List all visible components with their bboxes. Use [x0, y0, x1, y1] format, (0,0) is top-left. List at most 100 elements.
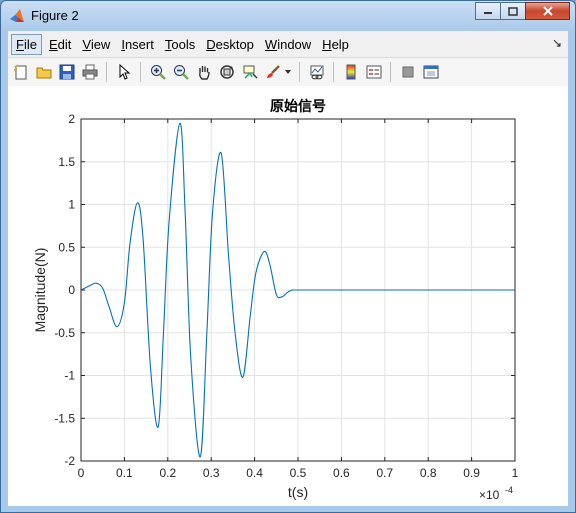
- chevron-down-icon: [285, 70, 291, 74]
- x-exponent-label: ×10: [479, 488, 500, 502]
- chart-title: 原始信号: [270, 98, 326, 114]
- menu-label-rest: ile: [23, 36, 37, 52]
- pointer-icon: [119, 64, 131, 80]
- toolbar-separator: [333, 62, 334, 82]
- menu-label-rest: nsert: [124, 36, 154, 52]
- y-tick-label: 1.5: [58, 155, 75, 169]
- menu-dock-arrow-icon[interactable]: ↘: [552, 36, 562, 50]
- figure-canvas: 0 0.1 0.2 0.3 0.4 0.5 0.6 0.7 0.8 0.9 1 2 1.5 1 0.5 0 -0…: [8, 86, 568, 506]
- menu-insert[interactable]: Insert: [117, 35, 158, 54]
- y-tick-label: -1.5: [54, 411, 75, 425]
- minimize-icon: [484, 12, 492, 14]
- menu-mnemonic: F: [16, 36, 24, 52]
- zoom-in-icon: [151, 65, 166, 80]
- menu-label-rest: ools: [171, 36, 196, 52]
- insert-colorbar-button[interactable]: [341, 62, 361, 82]
- new-figure-button[interactable]: [11, 62, 31, 82]
- brush-dropdown-button[interactable]: [283, 62, 293, 82]
- zoom-out-button[interactable]: [171, 62, 191, 82]
- plot-area: 0 0.1 0.2 0.3 0.4 0.5 0.6 0.7 0.8 0.9 1 2 1.5 1 0.5 0 -0…: [32, 98, 519, 502]
- insert-legend-button[interactable]: [364, 62, 384, 82]
- link-plot-button[interactable]: [307, 62, 327, 82]
- menu-mnemonic: H: [322, 36, 332, 52]
- x-tick-label: 0.7: [376, 466, 393, 480]
- x-tick-label: 0.6: [333, 466, 350, 480]
- menu-mnemonic: D: [206, 36, 216, 52]
- menu-label-rest: elp: [331, 36, 349, 52]
- menu-tools[interactable]: Tools: [161, 35, 199, 54]
- x-tick-label: 0.9: [463, 466, 480, 480]
- zoom-in-button[interactable]: [148, 62, 168, 82]
- show-plot-tools-icon: [423, 65, 439, 79]
- save-button[interactable]: [57, 62, 77, 82]
- y-tick-label: -2: [64, 454, 75, 468]
- legend-icon: [366, 65, 382, 79]
- x-tick-label: 1: [512, 466, 519, 480]
- x-tick-label: 0.3: [203, 466, 220, 480]
- menu-mnemonic: E: [48, 36, 58, 52]
- show-plot-tools-button[interactable]: [421, 62, 441, 82]
- pan-button[interactable]: [194, 62, 214, 82]
- print-button[interactable]: [80, 62, 100, 82]
- x-axis-label: t(s): [288, 484, 308, 500]
- title-bar[interactable]: Figure 2: [1, 1, 575, 31]
- window-title: Figure 2: [31, 8, 79, 23]
- y-tick-label: -0.5: [54, 326, 75, 340]
- y-tick-label: 2: [68, 112, 75, 126]
- x-tick-label: 0: [78, 466, 85, 480]
- new-figure-icon: [13, 64, 27, 80]
- y-tick-label: -1: [64, 369, 75, 383]
- y-tick-label: 0: [68, 283, 75, 297]
- menu-bar: File Edit View Insert Tools Desktop Window Help: [8, 31, 568, 57]
- maximize-button[interactable]: [500, 2, 526, 20]
- brush-button[interactable]: [263, 62, 283, 82]
- figure-window: Figure 2 File Edit View Insert Tools Desktop W…: [0, 0, 576, 513]
- y-tick-label: 1: [68, 198, 75, 212]
- y-axis-label: Magnitude(N): [32, 248, 48, 333]
- pan-hand-icon: [199, 66, 210, 80]
- toolbar-separator: [106, 62, 107, 82]
- menu-desktop[interactable]: Desktop: [202, 35, 258, 54]
- rotate-3d-icon: [220, 65, 234, 79]
- data-cursor-button[interactable]: [240, 62, 260, 82]
- menu-label-rest: esktop: [215, 36, 254, 52]
- menu-label-rest: dit: [57, 36, 72, 52]
- maximize-icon: [508, 6, 518, 16]
- hide-plot-tools-button[interactable]: [398, 62, 418, 82]
- menu-mnemonic: V: [82, 36, 91, 52]
- x-tick-label: 0.8: [420, 466, 437, 480]
- menu-help[interactable]: Help: [318, 35, 353, 54]
- link-plot-icon: [310, 65, 324, 80]
- menu-label-rest: indow: [277, 36, 312, 52]
- open-file-icon: [36, 67, 52, 79]
- save-icon: [59, 64, 75, 80]
- print-icon: [82, 64, 98, 80]
- menu-edit[interactable]: Edit: [45, 35, 75, 54]
- close-button[interactable]: [525, 2, 570, 20]
- minimize-button[interactable]: [475, 2, 501, 20]
- menu-window[interactable]: Window: [261, 35, 315, 54]
- toolbar-separator: [299, 62, 300, 82]
- open-file-button[interactable]: [34, 62, 54, 82]
- colorbar-icon: [346, 64, 356, 80]
- menu-file[interactable]: File: [11, 33, 42, 55]
- brush-icon: [267, 65, 280, 78]
- menu-view[interactable]: View: [78, 35, 114, 54]
- toolbar-separator: [140, 62, 141, 82]
- x-exponent-power: -4: [505, 485, 513, 495]
- figure-toolbar: [8, 57, 568, 87]
- zoom-out-icon: [174, 65, 189, 80]
- edit-plot-button[interactable]: [114, 62, 134, 82]
- y-tick-label: 0.5: [58, 240, 75, 254]
- menu-label-rest: iew: [90, 36, 111, 52]
- x-tick-label: 0.5: [290, 466, 307, 480]
- x-tick-label: 0.2: [159, 466, 176, 480]
- hide-plot-tools-icon: [402, 66, 414, 78]
- rotate-3d-button[interactable]: [217, 62, 237, 82]
- matlab-logo-icon: [10, 9, 24, 22]
- data-cursor-icon: [243, 65, 258, 79]
- x-tick-label: 0.1: [116, 466, 133, 480]
- x-tick-label: 0.4: [246, 466, 263, 480]
- client-area: File Edit View Insert Tools Desktop Window Help…: [8, 31, 568, 506]
- close-icon: [542, 6, 553, 16]
